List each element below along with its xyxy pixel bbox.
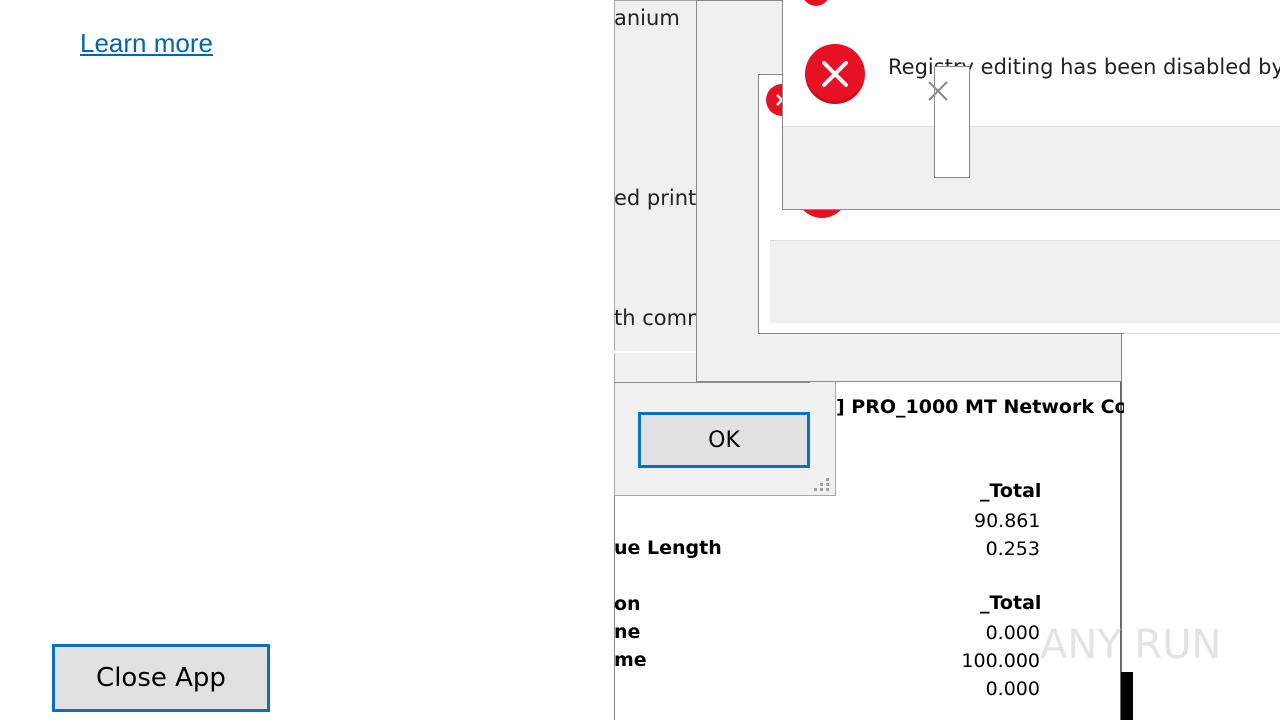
label-me: me [614, 649, 647, 671]
svg-text:ANY RUN: ANY RUN [1040, 622, 1221, 668]
value-2: 0.253 [985, 538, 1040, 560]
total-header-2: _Total [980, 592, 1042, 614]
label-ne: ne [614, 621, 641, 643]
label-on: on [614, 593, 641, 615]
value-3: 0.000 [985, 622, 1040, 644]
dialog-text-3: th comm [614, 306, 708, 330]
ok-button[interactable]: OK [638, 412, 810, 468]
dialog-separator [614, 351, 699, 353]
total-header-1: _Total [980, 480, 1042, 502]
error-x-icon [805, 44, 865, 104]
value-4: 100.000 [961, 650, 1040, 672]
anyrun-watermark: ANY RUN [1040, 612, 1240, 672]
network-adapter-title: ] PRO_1000 MT Network Co [836, 396, 1128, 418]
dialog-inner-frame [614, 382, 810, 383]
learn-more-link[interactable]: Learn more [80, 28, 213, 59]
dialog-text-1: anium [614, 6, 680, 30]
dialog-c-button-area [770, 240, 1280, 323]
scrollbar-fragment [1121, 672, 1133, 720]
value-1: 90.861 [974, 510, 1041, 532]
label-queue-length: ue Length [614, 537, 722, 559]
close-icon[interactable] [925, 78, 951, 104]
value-5: 0.000 [985, 678, 1040, 700]
dialog-text-2: ed print [614, 186, 697, 210]
error-dialog-button-area [783, 126, 1280, 209]
close-app-button[interactable]: Close App [52, 644, 270, 712]
resize-grip-icon[interactable] [814, 478, 832, 492]
